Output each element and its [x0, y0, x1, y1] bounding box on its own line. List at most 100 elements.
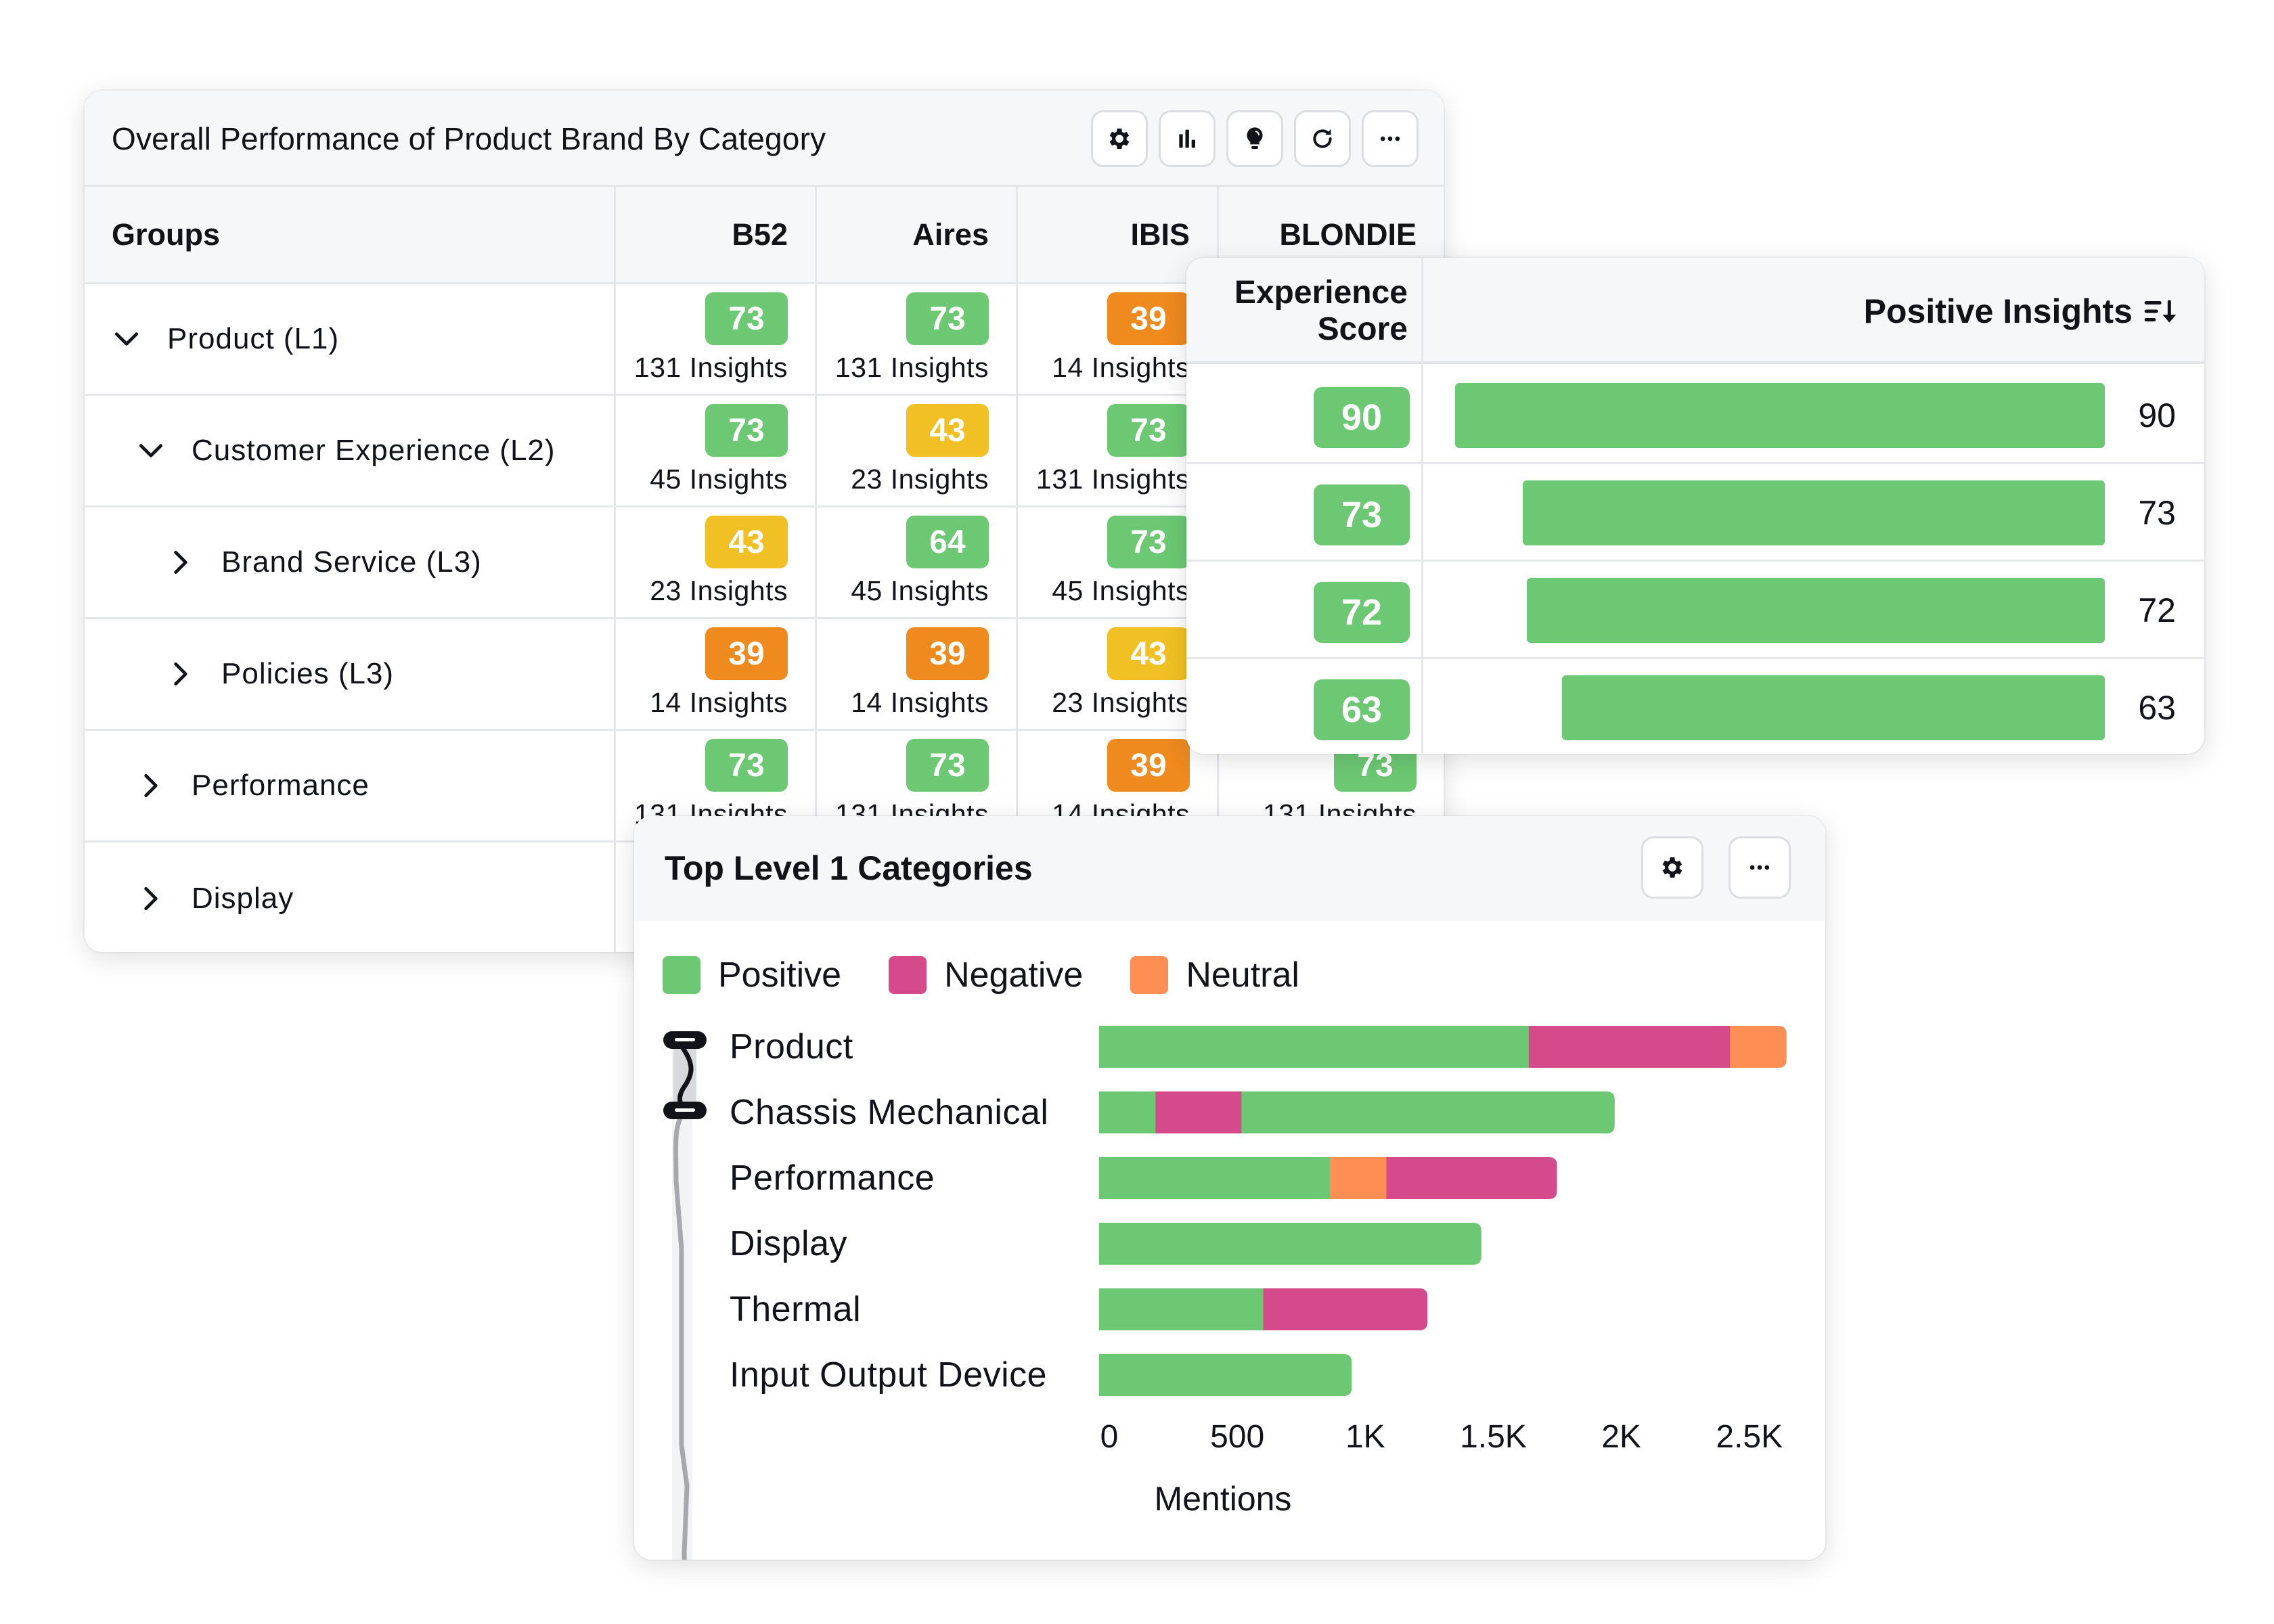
- insight-row[interactable]: 63 63: [1186, 659, 2204, 754]
- bar-segment-negative[interactable]: [1528, 1026, 1731, 1068]
- group-cell: Performance: [85, 731, 616, 840]
- column-header-row: Experience Score Positive Insights: [1186, 258, 2204, 364]
- tree-node-label: Brand Service (L3): [221, 545, 482, 579]
- bar-segment-positive[interactable]: [1099, 1091, 1156, 1133]
- score-badge: 43: [1107, 627, 1190, 680]
- metric-cell-aires[interactable]: 39 14 Insights: [817, 619, 1018, 729]
- refresh-icon: [1313, 129, 1332, 148]
- bar-segment-positive[interactable]: [1099, 1157, 1331, 1199]
- x-tick-label: 1.5K: [1460, 1419, 1527, 1455]
- x-tick-label: 500: [1210, 1419, 1265, 1455]
- bar-segment-positive[interactable]: [1099, 1288, 1264, 1330]
- sort-descending-icon[interactable]: [2143, 298, 2177, 325]
- more-horizontal-icon: [1380, 136, 1400, 141]
- score-badge: 43: [906, 404, 989, 457]
- bar-group-input-output-device[interactable]: [1099, 1354, 1352, 1396]
- x-tick-label: 1K: [1345, 1419, 1385, 1455]
- insights-button[interactable]: [1226, 110, 1283, 167]
- group-cell: Customer Experience (L2): [85, 396, 616, 505]
- metric-cell-aires[interactable]: 43 23 Insights: [817, 396, 1018, 505]
- chevron-right-icon[interactable]: [166, 547, 196, 577]
- chevron-down-icon[interactable]: [136, 436, 166, 466]
- insight-row[interactable]: 72 72: [1186, 562, 2204, 659]
- bar-group-product[interactable]: [1099, 1026, 1787, 1068]
- bar-segment-neutral[interactable]: [1330, 1157, 1387, 1199]
- bar-group-display[interactable]: [1099, 1223, 1481, 1265]
- positive-insights-value: 73: [2138, 494, 2176, 532]
- insights-count: 14 Insights: [1052, 352, 1190, 383]
- tree-node[interactable]: Customer Experience (L2): [136, 396, 556, 505]
- chart-type-button[interactable]: [1159, 110, 1216, 167]
- bar-group-thermal[interactable]: [1099, 1288, 1428, 1330]
- chevron-right-icon[interactable]: [136, 771, 166, 800]
- score-badge: 39: [705, 627, 788, 680]
- metric-cell-aires[interactable]: 64 45 Insights: [817, 508, 1018, 617]
- insights-count: 23 Insights: [851, 464, 989, 495]
- insights-count: 45 Insights: [851, 575, 989, 606]
- bar-segment-positive[interactable]: [1099, 1026, 1530, 1068]
- score-badge: 73: [1107, 516, 1190, 568]
- bar-segment-negative[interactable]: [1155, 1091, 1242, 1133]
- bar-group-performance[interactable]: [1099, 1157, 1557, 1199]
- refresh-button[interactable]: [1294, 110, 1351, 167]
- insights-count: 23 Insights: [650, 575, 788, 606]
- bar-segment-positive[interactable]: [1099, 1223, 1481, 1265]
- positive-insights-bar[interactable]: [1522, 480, 2105, 545]
- score-badge: 73: [906, 292, 989, 345]
- tree-node[interactable]: Performance: [136, 731, 370, 840]
- bar-group-chassis-mechanical[interactable]: [1099, 1091, 1615, 1133]
- positive-insights-header[interactable]: Positive Insights: [1864, 258, 2177, 364]
- positive-insights-value: 63: [2138, 689, 2176, 727]
- bar-segment-negative[interactable]: [1263, 1288, 1428, 1330]
- settings-button[interactable]: [1091, 110, 1148, 167]
- insights-count: 45 Insights: [650, 464, 788, 495]
- x-tick-label: 2K: [1601, 1419, 1641, 1455]
- positive-insights-value: 72: [2138, 591, 2176, 629]
- insights-count: 14 Insights: [851, 687, 989, 718]
- experience-score-badge: 90: [1314, 387, 1410, 448]
- bar-segment-positive[interactable]: [1099, 1354, 1352, 1396]
- tree-node[interactable]: Product (L1): [112, 284, 339, 394]
- tree-node-label: Customer Experience (L2): [192, 434, 556, 467]
- metric-cell-b52[interactable]: 43 23 Insights: [616, 508, 817, 617]
- insights-count: 131 Insights: [834, 352, 989, 383]
- chevron-down-icon[interactable]: [112, 324, 141, 354]
- panel-header: Overall Performance of Product Brand By …: [85, 91, 1444, 187]
- insights-count: 14 Insights: [650, 687, 788, 718]
- tree-node[interactable]: Brand Service (L3): [166, 508, 482, 617]
- experience-score-header[interactable]: Experience Score: [1186, 258, 1421, 364]
- positive-insights-value: 90: [2138, 397, 2176, 434]
- bar-segment-neutral[interactable]: [1730, 1026, 1787, 1068]
- bar-segment-positive[interactable]: [1241, 1091, 1615, 1133]
- tree-node[interactable]: Policies (L3): [166, 619, 394, 729]
- score-badge: 39: [906, 627, 989, 680]
- insight-row[interactable]: 73 73: [1186, 464, 2204, 562]
- metric-cell-b52[interactable]: 73 45 Insights: [616, 396, 817, 505]
- positive-insights-bar[interactable]: [1562, 675, 2105, 740]
- positive-insights-bar[interactable]: [1455, 383, 2105, 448]
- groups-column-header[interactable]: Groups: [85, 187, 616, 282]
- tree-node[interactable]: Display: [136, 842, 294, 952]
- tree-node-label: Display: [192, 881, 294, 915]
- bar-segment-negative[interactable]: [1386, 1157, 1557, 1199]
- insights-count: 131 Insights: [1035, 464, 1190, 495]
- column-header-aires[interactable]: Aires: [817, 187, 1018, 282]
- chevron-right-icon[interactable]: [166, 659, 196, 689]
- metric-cell-b52[interactable]: 39 14 Insights: [616, 619, 817, 729]
- score-badge: 73: [906, 739, 989, 792]
- group-cell: Display: [85, 842, 616, 952]
- bar-chart-icon: [1179, 129, 1195, 148]
- column-header-b52[interactable]: B52: [616, 187, 817, 282]
- score-badge: 73: [705, 404, 788, 457]
- more-options-button[interactable]: [1362, 110, 1419, 167]
- metric-cell-b52[interactable]: 73 131 Insights: [616, 284, 817, 394]
- group-cell: Brand Service (L3): [85, 508, 616, 617]
- positive-insights-bar[interactable]: [1526, 578, 2105, 643]
- top-categories-panel: Top Level 1 Categories Positive Negative…: [634, 816, 1825, 1560]
- insight-row[interactable]: 90 90: [1186, 367, 2204, 464]
- insights-count: 131 Insights: [633, 352, 788, 383]
- tree-node-label: Product (L1): [167, 322, 340, 355]
- chevron-right-icon[interactable]: [136, 884, 166, 914]
- insights-count: 23 Insights: [1052, 687, 1190, 718]
- metric-cell-aires[interactable]: 73 131 Insights: [817, 284, 1018, 394]
